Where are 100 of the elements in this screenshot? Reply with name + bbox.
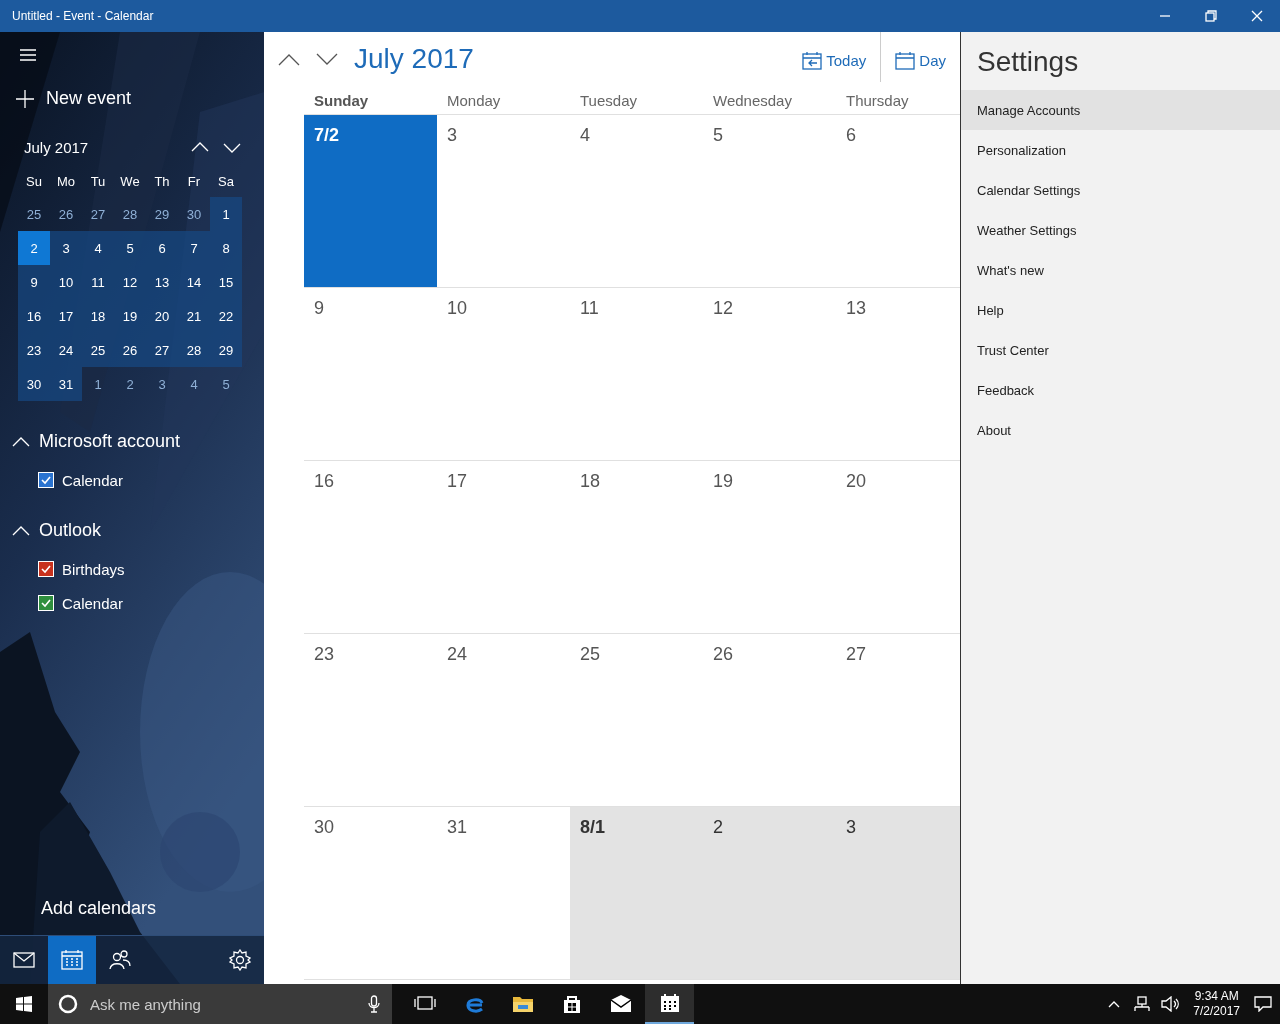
mail-icon: [13, 949, 35, 971]
day-cell[interactable]: 16: [18, 299, 50, 333]
day-cell[interactable]: 2: [114, 367, 146, 401]
settings-item[interactable]: Weather Settings: [961, 210, 1280, 250]
day-cell[interactable]: 4: [178, 367, 210, 401]
day-cell[interactable]: 3: [146, 367, 178, 401]
day-cell[interactable]: 24: [437, 633, 570, 806]
day-cell[interactable]: 4: [570, 114, 703, 287]
day-cell[interactable]: 31: [50, 367, 82, 401]
day-cell[interactable]: 12: [114, 265, 146, 299]
account-group-toggle[interactable]: Microsoft account: [11, 427, 181, 456]
add-calendars-link[interactable]: Add calendars: [41, 894, 157, 923]
speaker-icon: [1161, 996, 1180, 1012]
day-cell[interactable]: 6: [146, 231, 178, 265]
day-cell[interactable]: 27: [82, 197, 114, 231]
day-cell[interactable]: 5: [114, 231, 146, 265]
weekday-header: Wednesday: [712, 91, 793, 109]
day-cell[interactable]: 26: [50, 197, 82, 231]
checkbox[interactable]: [38, 472, 54, 488]
day-cell[interactable]: 15: [210, 265, 242, 299]
day-cell[interactable]: 30: [18, 367, 50, 401]
day-cell[interactable]: 2: [703, 806, 836, 979]
checkbox[interactable]: [38, 595, 54, 611]
day-cell[interactable]: 3: [437, 114, 570, 287]
calendar-name: Calendar: [62, 594, 123, 612]
day-cell[interactable]: 22: [210, 299, 242, 333]
day-cell[interactable]: 30: [178, 197, 210, 231]
settings-item[interactable]: Feedback: [961, 370, 1280, 410]
weekday-header: Thursday: [845, 91, 910, 109]
calendar-arrow-icon: [802, 50, 823, 70]
day-cell[interactable]: 12: [703, 287, 836, 460]
day-cell[interactable]: 30: [304, 806, 437, 979]
month-title: July 2017: [24, 138, 89, 156]
clock[interactable]: 9:34 AM 7/2/2017: [1185, 989, 1248, 1019]
day-cell[interactable]: 28: [114, 197, 146, 231]
account-group-toggle[interactable]: Outlook: [11, 516, 102, 545]
checkbox[interactable]: [38, 561, 54, 577]
day-cell[interactable]: 26: [114, 333, 146, 367]
day-cell[interactable]: 18: [82, 299, 114, 333]
day-cell[interactable]: 25: [18, 197, 50, 231]
day-cell[interactable]: 28: [178, 333, 210, 367]
day-cell[interactable]: 20: [146, 299, 178, 333]
day-cell[interactable]: 8: [210, 231, 242, 265]
day-cell[interactable]: 27: [146, 333, 178, 367]
new-event-button[interactable]: New event: [16, 84, 132, 113]
day-cell[interactable]: 19: [703, 460, 836, 633]
settings-item[interactable]: Help: [961, 290, 1280, 330]
settings-item[interactable]: What's new: [961, 250, 1280, 290]
day-cell[interactable]: 9: [18, 265, 50, 299]
day-cell[interactable]: 9: [304, 287, 437, 460]
settings-item[interactable]: Personalization: [961, 130, 1280, 170]
day-cell[interactable]: 29: [210, 333, 242, 367]
day-cell[interactable]: 1: [210, 197, 242, 231]
weekday-label: Su: [25, 172, 43, 191]
today-button[interactable]: Today: [788, 38, 881, 82]
day-cell[interactable]: 2: [18, 231, 50, 265]
day-cell[interactable]: 23: [18, 333, 50, 367]
taskbar-app-button[interactable]: [645, 984, 694, 1024]
month-title: July 2017: [354, 43, 474, 75]
settings-item[interactable]: About: [961, 410, 1280, 450]
network-icon: [1133, 996, 1152, 1012]
day-cell[interactable]: 3: [50, 231, 82, 265]
close-icon: [1251, 10, 1263, 22]
day-cell[interactable]: 29: [146, 197, 178, 231]
settings-item[interactable]: Calendar Settings: [961, 170, 1280, 210]
day-cell[interactable]: 21: [178, 299, 210, 333]
day-cell[interactable]: 5: [210, 367, 242, 401]
day-cell[interactable]: 8/1: [570, 806, 703, 979]
pane-title: Settings: [976, 45, 1080, 79]
day-cell[interactable]: 23: [304, 633, 437, 806]
calendar-button[interactable]: [48, 936, 96, 984]
day-cell[interactable]: 14: [178, 265, 210, 299]
weekday-header: Monday: [446, 91, 502, 109]
day-cell[interactable]: 18: [570, 460, 703, 633]
day-cell[interactable]: 16: [304, 460, 437, 633]
day-cell[interactable]: 17: [50, 299, 82, 333]
plus-icon: [16, 89, 34, 108]
day-cell[interactable]: 10: [437, 287, 570, 460]
day-cell[interactable]: 4: [82, 231, 114, 265]
day-cell[interactable]: 25: [82, 333, 114, 367]
day-cell[interactable]: 17: [437, 460, 570, 633]
day-cell[interactable]: 13: [146, 265, 178, 299]
day-cell[interactable]: 19: [114, 299, 146, 333]
day-button[interactable]: Day: [881, 38, 960, 82]
day-cell[interactable]: 1: [82, 367, 114, 401]
day-cell[interactable]: 7: [178, 231, 210, 265]
day-cell[interactable]: 24: [50, 333, 82, 367]
search-field[interactable]: Ask me anything: [88, 994, 358, 1014]
calendar-icon: [895, 50, 916, 70]
day-cell[interactable]: 11: [82, 265, 114, 299]
settings-item[interactable]: Trust Center: [961, 330, 1280, 370]
day-cell[interactable]: 10: [50, 265, 82, 299]
day-cell[interactable]: 11: [570, 287, 703, 460]
day-cell[interactable]: 7/2: [304, 114, 437, 287]
settings-item[interactable]: Manage Accounts: [961, 90, 1280, 130]
search-box[interactable]: Ask me anything: [48, 984, 392, 1024]
calendar-icon: [658, 992, 681, 1014]
day-cell[interactable]: 3: [836, 806, 960, 979]
day-cell[interactable]: 5: [703, 114, 836, 287]
weekday-label: Tu: [89, 172, 107, 191]
